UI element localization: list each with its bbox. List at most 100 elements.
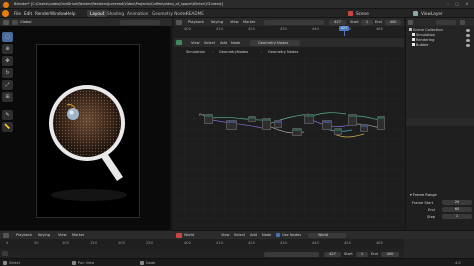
- eye-icon[interactable]: [466, 44, 470, 47]
- filter-icon[interactable]: [460, 19, 465, 25]
- menu-add[interactable]: Add: [250, 233, 257, 237]
- menu-view[interactable]: View: [191, 41, 200, 45]
- minimize-button[interactable]: –: [444, 2, 452, 8]
- move-icon[interactable]: ✥: [2, 56, 13, 66]
- end-field[interactable]: 400: [385, 19, 401, 25]
- menu-select[interactable]: Select: [204, 41, 215, 45]
- cursor-icon[interactable]: ⊕: [2, 44, 13, 54]
- menu-window[interactable]: Window: [50, 11, 67, 16]
- menu-keying[interactable]: Keying: [211, 20, 223, 24]
- maximize-button[interactable]: □: [453, 2, 461, 8]
- menu-playback[interactable]: Playback: [188, 20, 204, 24]
- select-box-icon[interactable]: ▢: [2, 32, 13, 42]
- start-field[interactable]: 1: [356, 251, 368, 257]
- node[interactable]: [204, 114, 213, 124]
- group-output-node[interactable]: [377, 116, 385, 130]
- geometry-nodes-icon[interactable]: [176, 40, 182, 45]
- outliner-search-input[interactable]: [436, 19, 456, 25]
- close-button[interactable]: ✕: [463, 2, 471, 8]
- node-tree-selector[interactable]: Geometry Nodes: [250, 39, 300, 46]
- node[interactable]: [348, 114, 357, 126]
- editor-type-icon[interactable]: [408, 19, 413, 25]
- playback-controls[interactable]: [264, 251, 319, 257]
- 3d-viewport[interactable]: Global ▢ ⊕ ✥ ↻ ⤢ ⊞ ✎ 📏: [0, 18, 172, 230]
- node[interactable]: [226, 120, 237, 130]
- menu-render[interactable]: Render: [35, 11, 50, 16]
- visibility-toggles[interactable]: [466, 28, 472, 48]
- eye-icon[interactable]: [466, 34, 470, 37]
- editor-type-icon[interactable]: [176, 19, 182, 25]
- node[interactable]: [248, 116, 256, 122]
- node-editor[interactable]: View Select Add Node Geometry Nodes Simu…: [174, 38, 404, 220]
- eye-icon[interactable]: [466, 39, 470, 42]
- properties-header: [406, 118, 474, 126]
- node[interactable]: [274, 120, 282, 128]
- coffee-cup-render: [49, 85, 127, 201]
- use-nodes-checkbox[interactable]: [276, 233, 280, 237]
- orientation-label[interactable]: Global: [20, 20, 31, 24]
- frame-range-panel[interactable]: ▾ Frame Range: [410, 193, 437, 197]
- properties-editor: ▾ Frame Range Frame Start 20 End 60 Step…: [406, 118, 474, 230]
- world-type-label[interactable]: World: [184, 233, 194, 237]
- node[interactable]: [262, 118, 271, 130]
- world-selector[interactable]: World: [308, 232, 346, 238]
- tick-label: 440: [312, 241, 319, 245]
- node[interactable]: [360, 124, 368, 132]
- view-layer-name[interactable]: ViewLayer: [421, 11, 443, 16]
- menu-marker[interactable]: Marker: [72, 233, 84, 237]
- menu-marker[interactable]: Marker: [243, 20, 255, 24]
- tick-label: 400: [184, 27, 191, 31]
- editor-type-icon[interactable]: [3, 19, 9, 25]
- menu-keying[interactable]: Keying: [38, 233, 50, 237]
- menu-edit[interactable]: Edit: [24, 11, 32, 16]
- menu-node[interactable]: Node: [262, 233, 271, 237]
- end-field[interactable]: 400: [381, 251, 399, 257]
- left-timeline-ruler[interactable]: 0 50 100 150 200 250: [0, 239, 172, 249]
- shading-buttons[interactable]: [120, 19, 160, 25]
- menu-help[interactable]: Help: [66, 11, 76, 16]
- mid-timeline-ruler[interactable]: 400 410 420 430 440 450 460: [174, 239, 404, 249]
- menu-select[interactable]: Select: [234, 233, 245, 237]
- menu-playback[interactable]: Playback: [16, 233, 32, 237]
- node-canvas[interactable]: Plan: [174, 58, 404, 220]
- eye-icon[interactable]: [466, 29, 470, 32]
- bottom-editors[interactable]: Playback Keying View Marker World View S…: [0, 230, 474, 259]
- tab-readme[interactable]: README: [183, 10, 207, 17]
- outliner-row-bubble[interactable]: Bubble: [412, 43, 429, 48]
- blender-menu-icon[interactable]: [2, 10, 9, 17]
- rotate-icon[interactable]: ↻: [2, 68, 13, 78]
- scale-icon[interactable]: ⤢: [2, 80, 13, 90]
- menu-view[interactable]: View: [230, 20, 239, 24]
- menu-node[interactable]: Node: [231, 41, 240, 45]
- annotate-icon[interactable]: ✎: [2, 110, 13, 120]
- menu-view[interactable]: View: [221, 233, 230, 237]
- measure-icon[interactable]: 📏: [2, 122, 13, 132]
- scene-name[interactable]: Scene: [356, 11, 369, 16]
- menu-add[interactable]: Add: [220, 41, 227, 45]
- tab-animation[interactable]: Animation: [124, 10, 151, 17]
- view-layer-icon: [413, 11, 418, 16]
- frame-step-field[interactable]: 1: [442, 214, 472, 219]
- frame-end-field[interactable]: 60: [442, 207, 472, 212]
- current-frame-field[interactable]: 427: [324, 251, 341, 257]
- playback-controls[interactable]: [264, 19, 324, 25]
- version-label: 4.0: [455, 261, 461, 265]
- node[interactable]: [304, 114, 314, 124]
- transform-icon[interactable]: ⊞: [2, 92, 13, 102]
- timeline-ruler[interactable]: 0 50 100 150 200 250 400 410 420 430 440…: [0, 239, 404, 249]
- menu-file[interactable]: File: [14, 11, 21, 16]
- node[interactable]: [292, 128, 302, 136]
- node[interactable]: [322, 120, 332, 130]
- start-field[interactable]: 1: [361, 19, 373, 25]
- frame-start-field[interactable]: 20: [442, 200, 472, 205]
- menu-view[interactable]: View: [58, 233, 67, 237]
- node[interactable]: [334, 128, 342, 135]
- world-icon[interactable]: [176, 232, 182, 238]
- current-frame-field[interactable]: 427: [329, 19, 346, 25]
- top-timeline[interactable]: Playback Keying View Marker 427 Start 1 …: [174, 18, 404, 36]
- transform-orientation-icon[interactable]: [12, 19, 18, 25]
- status-hint: Pan View: [78, 261, 95, 265]
- keyframe-filter-icon[interactable]: [2, 251, 8, 256]
- editor-type-icon[interactable]: [3, 232, 9, 238]
- top-timeline-ruler[interactable]: 400 410 420 430 440 450 460 427: [174, 26, 404, 36]
